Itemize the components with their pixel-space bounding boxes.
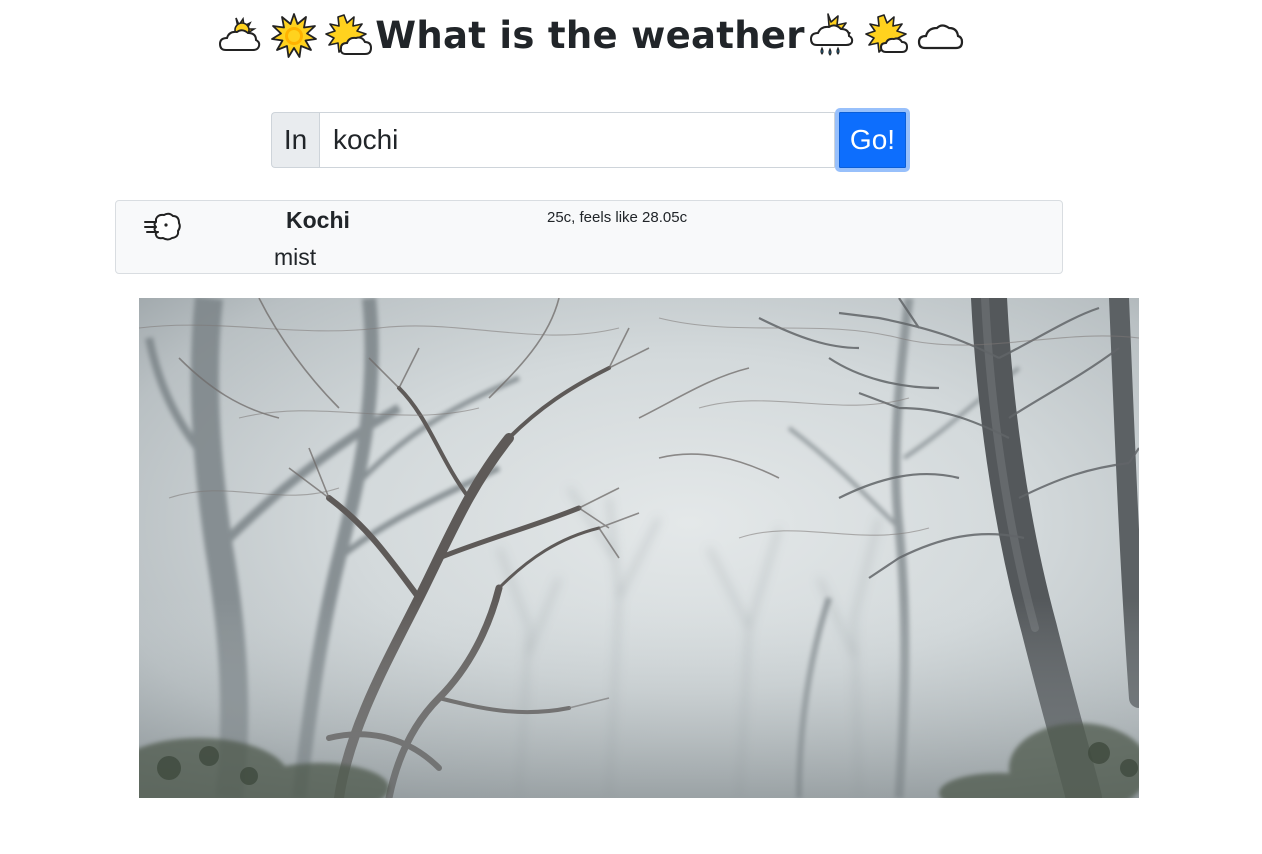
sun-behind-cloud-icon [216, 12, 264, 60]
result-temperature: 25c, feels like 28.05c [547, 209, 688, 226]
sun-icon [270, 12, 318, 60]
location-search-group: In Go! [271, 108, 910, 172]
location-input[interactable] [319, 112, 835, 168]
sun-behind-small-cloud-icon [862, 12, 910, 60]
weather-result-card: Kochi mist 25c, feels like 28.05c [115, 200, 1063, 274]
sun-behind-rain-cloud-icon [808, 12, 856, 60]
result-description: mist [274, 244, 317, 270]
wind-face-icon [142, 210, 182, 244]
go-button[interactable]: Go! [835, 108, 910, 172]
search-prefix-label: In [271, 112, 319, 168]
result-city-name: Kochi [286, 207, 350, 233]
sun-behind-large-cloud-icon [324, 12, 373, 60]
page-title: What is the weather [375, 13, 805, 57]
cloud-icon [916, 12, 964, 60]
page-header: What is the weather [0, 8, 1180, 64]
misty-forest-image [139, 298, 1139, 798]
